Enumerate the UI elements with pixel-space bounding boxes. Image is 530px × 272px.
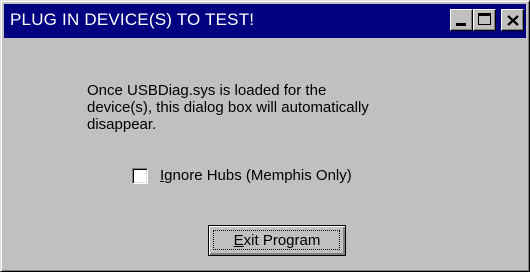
message-line-1: Once USBDiag.sys is loaded for the (87, 82, 327, 99)
maximize-icon (478, 13, 491, 25)
exit-program-mnemonic: E (233, 232, 244, 249)
window-title: PLUG IN DEVICE(S) TO TEST! (10, 10, 255, 29)
exit-program-label: Exit Program (209, 232, 345, 250)
dialog-window: PLUG IN DEVICE(S) TO TEST! Once USBDiag.… (0, 0, 530, 272)
ignore-hubs-label-text: gnore Hubs (Memphis Only) (164, 167, 352, 184)
message-line-2: device(s), this dialog box will automati… (87, 99, 369, 116)
minimize-icon (456, 23, 466, 26)
close-button[interactable] (501, 9, 524, 31)
message-line-3: disappear. (87, 116, 157, 133)
title-bar[interactable]: PLUG IN DEVICE(S) TO TEST! (4, 4, 526, 38)
exit-program-button[interactable]: Exit Program (208, 225, 346, 256)
ignore-hubs-label[interactable]: Ignore Hubs (Memphis Only) (160, 167, 352, 185)
maximize-button[interactable] (473, 9, 496, 31)
close-icon (507, 15, 519, 26)
instruction-message: Once USBDiag.sys is loaded for the devic… (87, 82, 417, 133)
ignore-hubs-checkbox[interactable] (132, 168, 148, 184)
minimize-button[interactable] (450, 9, 473, 31)
exit-program-label-text: xit Program (243, 232, 321, 249)
